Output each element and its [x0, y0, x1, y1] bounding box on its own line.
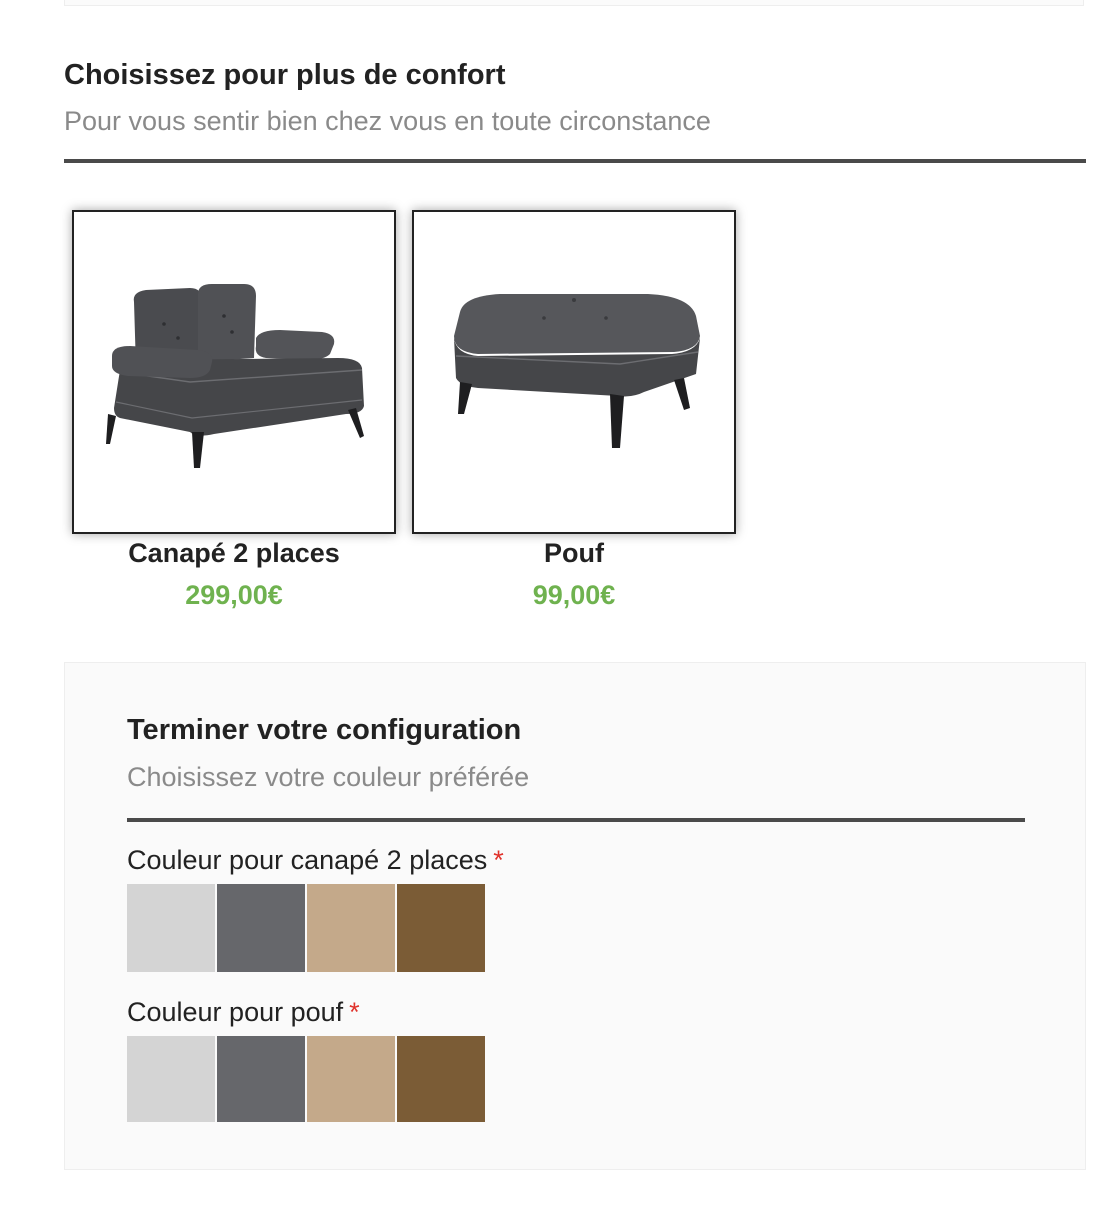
swatch-dark-grey[interactable] — [217, 1036, 305, 1122]
swatch-brown[interactable] — [397, 884, 485, 972]
section-divider — [64, 159, 1086, 163]
required-marker: * — [493, 845, 504, 875]
sofa-2-seater-image — [106, 284, 364, 468]
section-subtitle: Pour vous sentir bien chez vous en toute… — [64, 106, 711, 136]
product-card-sofa[interactable]: Canapé 2 places 299,00€ — [64, 210, 404, 612]
swatch-beige[interactable] — [307, 884, 395, 972]
swatch-dark-grey[interactable] — [217, 884, 305, 972]
sofa-color-label-text: Couleur pour canapé 2 places — [127, 845, 488, 875]
product-name: Pouf — [544, 538, 604, 568]
pouf-color-swatches — [127, 1036, 485, 1122]
product-image-sofa[interactable] — [72, 210, 396, 534]
configuration-title: Terminer votre configuration — [127, 714, 522, 746]
swatch-brown[interactable] — [397, 1036, 485, 1122]
swatch-beige[interactable] — [307, 1036, 395, 1122]
swatch-light-grey[interactable] — [127, 884, 215, 972]
configuration-panel: Terminer votre configuration Choisissez … — [64, 662, 1086, 1170]
configuration-subtitle: Choisissez votre couleur préférée — [127, 762, 530, 792]
required-marker: * — [349, 997, 360, 1027]
pouf-color-label-text: Couleur pour pouf — [127, 997, 344, 1027]
product-price: 299,00€ — [185, 580, 283, 610]
pouf-color-label: Couleur pour pouf * — [127, 995, 360, 1029]
product-card-pouf[interactable]: Pouf 99,00€ — [404, 210, 744, 612]
ottoman-pouf-image — [454, 294, 700, 448]
previous-section-box — [64, 0, 1084, 6]
product-price: 99,00€ — [532, 580, 616, 610]
configuration-divider — [127, 818, 1025, 822]
sofa-color-swatches — [127, 884, 485, 972]
product-image-pouf[interactable] — [412, 210, 736, 534]
product-name: Canapé 2 places — [128, 538, 340, 568]
section-title: Choisissez pour plus de confort — [64, 59, 506, 91]
swatch-light-grey[interactable] — [127, 1036, 215, 1122]
sofa-color-label: Couleur pour canapé 2 places * — [127, 843, 504, 877]
